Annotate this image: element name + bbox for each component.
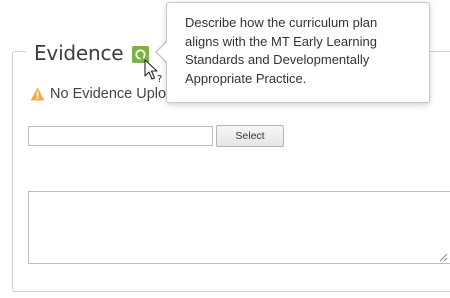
help-cursor-icon: ? xyxy=(144,59,162,84)
tooltip-line: Appropriate Practice. xyxy=(185,70,307,86)
warning-text: No Evidence Uplo xyxy=(50,86,167,102)
tooltip-line: Standards and Developmentally xyxy=(185,52,370,67)
file-path-input[interactable] xyxy=(28,126,213,146)
select-file-button[interactable]: Select xyxy=(216,125,284,147)
warning-icon xyxy=(30,87,45,101)
no-evidence-warning: No Evidence Uplo xyxy=(30,86,166,102)
resize-grip-icon[interactable] xyxy=(438,252,448,262)
evidence-comment-textarea[interactable] xyxy=(28,191,450,264)
evidence-page: Evidence No Evidence Uplo Select Describ… xyxy=(0,0,450,298)
evidence-title: Evidence xyxy=(34,41,124,65)
evidence-legend: Evidence xyxy=(26,36,158,70)
tooltip-line: aligns with the MT Early Learning xyxy=(185,33,377,49)
svg-text:?: ? xyxy=(157,74,162,84)
help-tooltip: Describe how the curriculum plan aligns … xyxy=(166,2,430,103)
tooltip-line: Describe how the curriculum plan xyxy=(185,15,378,30)
